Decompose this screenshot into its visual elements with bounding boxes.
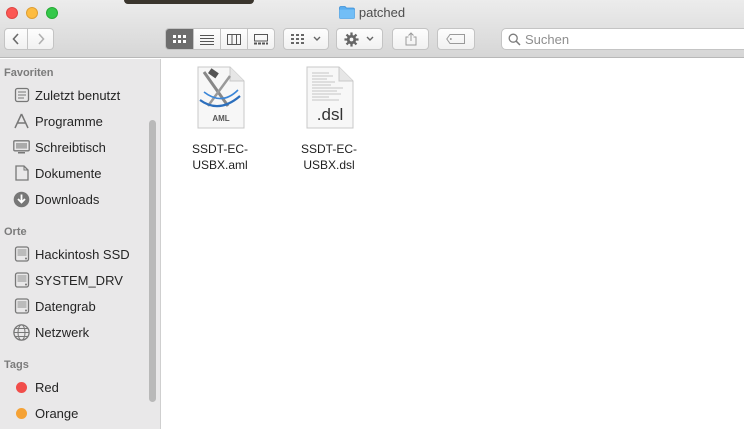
file-badge: AML bbox=[212, 114, 229, 123]
sidebar-item-system-drv[interactable]: SYSTEM_DRV bbox=[0, 268, 150, 292]
sidebar-item-label: Schreibtisch bbox=[35, 139, 106, 155]
sidebar-header-locations: Orte bbox=[4, 226, 27, 238]
disk-icon bbox=[12, 245, 31, 263]
icon-grid-icon bbox=[173, 34, 186, 43]
sidebar-item-label: Netzwerk bbox=[35, 324, 90, 340]
sidebar-item-label: Hackintosh SSD bbox=[35, 246, 130, 262]
sidebar-item-recents[interactable]: Zuletzt benutzt bbox=[0, 83, 150, 107]
desktop-icon bbox=[12, 138, 31, 156]
search-input[interactable] bbox=[525, 31, 725, 47]
orange-tag-dot-icon bbox=[16, 407, 27, 419]
red-tag-dot-icon bbox=[16, 381, 27, 393]
file-name: SSDT-EC- USBX.dsl bbox=[300, 142, 357, 172]
sidebar-item-label: Orange bbox=[35, 405, 79, 421]
forward-button[interactable] bbox=[28, 28, 54, 50]
sidebar-item-datengrab[interactable]: Datengrab bbox=[0, 294, 150, 318]
tags-button[interactable] bbox=[437, 28, 475, 50]
file-item-aml[interactable]: AML SSDT-EC- USBX.aml bbox=[170, 65, 270, 173]
list-view-button[interactable] bbox=[193, 29, 220, 49]
icon-view-button[interactable] bbox=[166, 29, 193, 49]
aml-file-icon: AML bbox=[190, 65, 250, 131]
group-by-button[interactable] bbox=[283, 28, 329, 50]
recents-icon bbox=[12, 86, 31, 104]
documents-icon bbox=[12, 164, 31, 182]
sidebar-item-network[interactable]: Netzwerk bbox=[0, 320, 150, 344]
file-item-dsl[interactable]: .dsl SSDT-EC- USBX.dsl bbox=[279, 65, 379, 173]
chevron-down-icon bbox=[366, 36, 374, 41]
sidebar-item-label: Zuletzt benutzt bbox=[35, 87, 121, 103]
sidebar-item-label: Datengrab bbox=[35, 298, 96, 314]
sidebar-item-desktop[interactable]: Schreibtisch bbox=[0, 135, 150, 159]
share-button[interactable] bbox=[392, 28, 429, 50]
group-grid-icon bbox=[290, 33, 304, 44]
action-menu-button[interactable] bbox=[336, 28, 383, 50]
gear-icon bbox=[344, 31, 359, 47]
sidebar-item-tag-orange[interactable]: Orange bbox=[0, 401, 150, 425]
background-window-edge bbox=[124, 0, 254, 4]
chevron-right-icon bbox=[37, 33, 45, 45]
sidebar: Favoriten Zuletzt benutzt Programme Schr… bbox=[0, 59, 161, 429]
disk-icon bbox=[12, 297, 31, 315]
file-name: SSDT-EC- USBX.aml bbox=[191, 142, 248, 172]
downloads-icon bbox=[12, 190, 31, 208]
view-mode-switcher bbox=[165, 28, 275, 50]
sidebar-item-label: Programme bbox=[35, 113, 103, 129]
window-title: patched bbox=[0, 5, 744, 20]
sidebar-item-label: Red bbox=[35, 379, 59, 395]
dsl-file-icon: .dsl bbox=[299, 65, 359, 131]
sidebar-header-tags: Tags bbox=[4, 359, 29, 371]
sidebar-item-documents[interactable]: Dokumente bbox=[0, 161, 150, 185]
search-field[interactable] bbox=[501, 28, 744, 50]
sidebar-item-tag-red[interactable]: Red bbox=[0, 375, 150, 399]
folder-icon bbox=[338, 6, 355, 19]
sidebar-item-label: SYSTEM_DRV bbox=[35, 272, 123, 288]
file-badge: .dsl bbox=[317, 105, 343, 124]
disk-icon bbox=[12, 271, 31, 289]
file-browser-content: AML SSDT-EC- USBX.aml .dsl SSDT-EC- USBX… bbox=[162, 59, 744, 429]
applications-icon bbox=[12, 112, 31, 130]
network-icon bbox=[12, 323, 31, 341]
sidebar-item-downloads[interactable]: Downloads bbox=[0, 187, 150, 211]
column-view-button[interactable] bbox=[220, 29, 247, 49]
window-title-text: patched bbox=[358, 5, 406, 20]
back-button[interactable] bbox=[4, 28, 28, 50]
sidebar-item-applications[interactable]: Programme bbox=[0, 109, 150, 133]
share-icon bbox=[405, 32, 416, 46]
sidebar-item-label: Downloads bbox=[35, 191, 100, 207]
title-bar: patched bbox=[0, 0, 744, 58]
columns-icon bbox=[227, 33, 241, 45]
chevron-left-icon bbox=[12, 33, 19, 45]
gallery-icon bbox=[254, 33, 268, 44]
chevron-down-icon bbox=[313, 36, 320, 41]
search-icon bbox=[508, 33, 521, 46]
list-icon bbox=[200, 34, 214, 45]
sidebar-item-label: Dokumente bbox=[35, 165, 102, 181]
sidebar-header-favorites: Favoriten bbox=[4, 67, 54, 79]
gallery-view-button[interactable] bbox=[247, 29, 274, 49]
sidebar-item-hackintosh-ssd[interactable]: Hackintosh SSD bbox=[0, 242, 150, 266]
tag-icon bbox=[446, 34, 465, 44]
sidebar-scrollbar[interactable] bbox=[149, 120, 156, 402]
